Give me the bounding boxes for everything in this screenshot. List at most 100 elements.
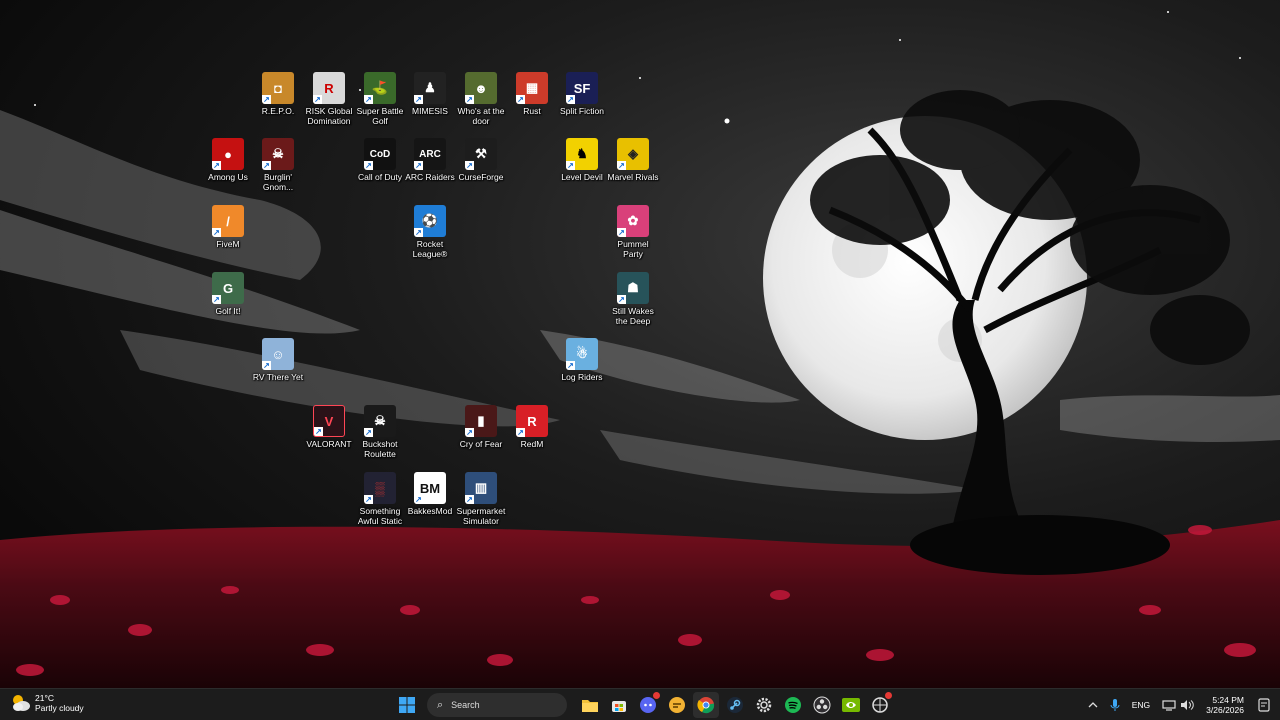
desktop-icon-label: Buckshot Roulette <box>362 439 398 459</box>
desktop-icon-supermarket-simulator[interactable]: ▥ ↗ Supermarket Simulator <box>449 472 513 526</box>
desktop-icon-label: RedM <box>520 439 544 449</box>
desktop-icon-label: FiveM <box>216 239 240 249</box>
rust-icon: ▦ ↗ <box>516 72 548 104</box>
taskbar-chrome-button[interactable] <box>692 692 719 718</box>
desktop-icon-label: Rocket League® <box>412 239 448 259</box>
start-button[interactable] <box>394 692 420 718</box>
repo-icon: ◘ ↗ <box>262 72 294 104</box>
desktop-icon-fivem[interactable]: / ↗ FiveM <box>196 205 260 249</box>
among-us-icon: ● ↗ <box>212 138 244 170</box>
shortcut-arrow-icon: ↗ <box>465 428 474 437</box>
curseforge-icon: ⚒ ↗ <box>465 138 497 170</box>
store-icon <box>611 701 626 712</box>
desktop-icon-burglin-gnomes[interactable]: ☠ ↗ Burglin' Gnom... <box>246 138 310 192</box>
shortcut-arrow-icon: ↗ <box>212 295 221 304</box>
desktop-icon-rv-there-yet[interactable]: ☺ ↗ RV There Yet <box>246 338 310 382</box>
desktop-icon-still-wakes-the-deep[interactable]: ☗ ↗ Still Wakes the Deep <box>601 272 665 326</box>
shortcut-arrow-icon: ↗ <box>465 495 474 504</box>
rv-there-yet-icon: ☺ ↗ <box>262 338 294 370</box>
redm-icon: R ↗ <box>516 405 548 437</box>
desktop-icon-label: Supermarket Simulator <box>456 506 506 526</box>
shortcut-arrow-icon: ↗ <box>414 95 423 104</box>
shortcut-arrow-icon: ↗ <box>364 95 373 104</box>
shortcut-arrow-icon: ↗ <box>314 427 323 436</box>
shortcut-arrow-icon: ↗ <box>364 495 373 504</box>
shortcut-arrow-icon: ↗ <box>262 161 271 170</box>
split-fiction-icon: SF ↗ <box>566 72 598 104</box>
something-awful-static-icon: ▒ ↗ <box>364 472 396 504</box>
shortcut-arrow-icon: ↗ <box>364 161 373 170</box>
weather-temperature: 21°C <box>35 693 54 703</box>
shortcut-arrow-icon: ↗ <box>262 361 271 370</box>
shortcut-arrow-icon: ↗ <box>414 228 423 237</box>
chat-icon <box>668 697 685 713</box>
volume-icon <box>1181 699 1194 710</box>
spotify-icon <box>784 697 801 713</box>
microphone-icon <box>1110 698 1120 711</box>
network-volume-battery-button[interactable] <box>1162 699 1194 711</box>
desktop-icon-golf-it[interactable]: G ↗ Golf It! <box>196 272 260 316</box>
desktop-icon-pummel-party[interactable]: ✿ ↗ Pummel Party <box>601 205 665 259</box>
taskbar-file-explorer-button[interactable] <box>577 692 603 718</box>
desktop-icon-label: RV There Yet <box>252 372 304 382</box>
desktop-icon-marvel-rivals[interactable]: ◈ ↗ Marvel Rivals <box>601 138 665 182</box>
clock-date: 3/26/2026 <box>1206 704 1244 715</box>
desktop-icon-label: Pummel Party <box>617 239 649 259</box>
desktop-icon-buckshot-roulette[interactable]: ☠ ↗ Buckshot Roulette <box>348 405 412 459</box>
notifications-button[interactable] <box>1258 697 1270 712</box>
taskbar: 21°C Partly cloudy ⌕ Search ENG 5:24 PM … <box>0 688 1280 720</box>
arc-raiders-icon: ARC ↗ <box>414 138 446 170</box>
taskbar-spotify-button[interactable] <box>780 692 806 718</box>
taskbar-nvidia-button[interactable] <box>838 692 864 718</box>
desktop-icon-log-riders[interactable]: ☃ ↗ Log Riders <box>550 338 614 382</box>
nvidia-icon <box>841 698 860 712</box>
taskbar-chat-button[interactable] <box>664 692 690 718</box>
taskbar-obs-button[interactable] <box>809 692 835 718</box>
show-hidden-icons-button[interactable] <box>1088 701 1098 709</box>
marvel-rivals-icon: ◈ ↗ <box>617 138 649 170</box>
desktop-icon-label: Marvel Rivals <box>607 172 659 182</box>
shortcut-arrow-icon: ↗ <box>566 361 575 370</box>
shortcut-arrow-icon: ↗ <box>414 495 423 504</box>
steam-icon <box>726 697 743 713</box>
weather-widget[interactable]: 21°C Partly cloudy <box>10 692 84 714</box>
shortcut-arrow-icon: ↗ <box>566 95 575 104</box>
shortcut-arrow-icon: ↗ <box>414 161 423 170</box>
search-placeholder: Search <box>451 700 480 710</box>
desktop-icon-curseforge[interactable]: ⚒ ↗ CurseForge <box>449 138 513 182</box>
shortcut-arrow-icon: ↗ <box>516 428 525 437</box>
microphone-button[interactable] <box>1110 698 1120 712</box>
shortcut-arrow-icon: ↗ <box>212 161 221 170</box>
desktop-icon-label: CurseForge <box>458 172 504 182</box>
taskbar-search-box[interactable]: ⌕ Search <box>427 693 567 717</box>
weather-condition: Partly cloudy <box>35 703 84 713</box>
network-icon <box>1162 699 1176 711</box>
taskbar-store-button[interactable] <box>606 692 632 718</box>
shortcut-arrow-icon: ↗ <box>566 161 575 170</box>
search-icon: ⌕ <box>437 698 444 711</box>
still-wakes-the-deep-icon: ☗ ↗ <box>617 272 649 304</box>
desktop-icon-redm[interactable]: R ↗ RedM <box>500 405 564 449</box>
golf-it-icon: G ↗ <box>212 272 244 304</box>
obs-icon <box>813 696 830 714</box>
bakkesmod-icon: BM ↗ <box>414 472 446 504</box>
call-of-duty-icon: CoD ↗ <box>364 138 396 170</box>
desktop-icon-rocket-league[interactable]: ⚽ ↗ Rocket League® <box>398 205 462 259</box>
app-icon <box>871 697 888 713</box>
whos-at-the-door-icon: ☻ ↗ <box>465 72 497 104</box>
fivem-icon: / ↗ <box>212 205 244 237</box>
taskbar-steam-button[interactable] <box>722 692 748 718</box>
mimesis-icon: ♟ ↗ <box>414 72 446 104</box>
discord-icon <box>639 697 656 713</box>
language-indicator[interactable]: ENG <box>1132 700 1150 710</box>
shortcut-arrow-icon: ↗ <box>617 228 626 237</box>
desktop-icon-label: Split Fiction <box>560 106 604 116</box>
desktop-icon-split-fiction[interactable]: SF ↗ Split Fiction <box>550 72 614 116</box>
taskbar-settings-button[interactable] <box>751 692 777 718</box>
shortcut-arrow-icon: ↗ <box>364 428 373 437</box>
taskbar-discord-button[interactable] <box>635 692 661 718</box>
pummel-party-icon: ✿ ↗ <box>617 205 649 237</box>
desktop-icon-label: Burglin' Gnom... <box>262 172 294 192</box>
clock[interactable]: 5:24 PM 3/26/2026 <box>1206 695 1244 715</box>
taskbar-app-button[interactable] <box>867 692 893 718</box>
